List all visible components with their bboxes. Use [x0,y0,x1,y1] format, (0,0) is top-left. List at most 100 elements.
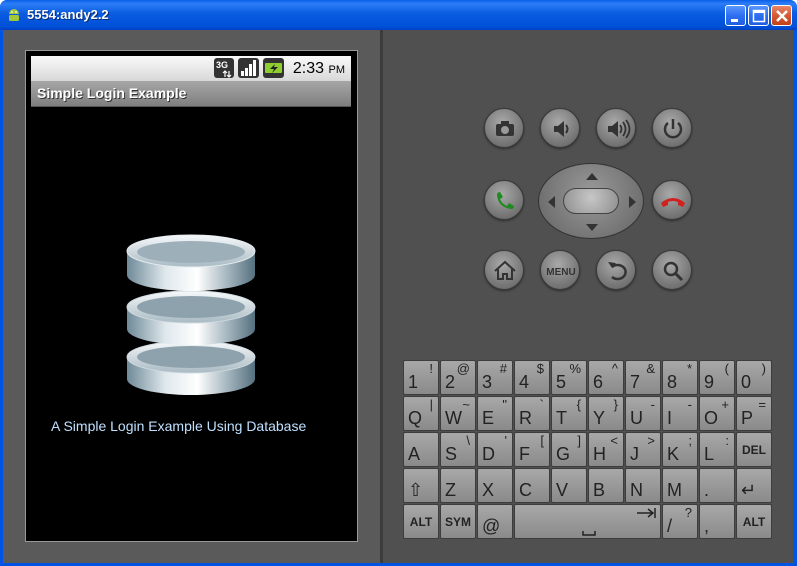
key-alt-left[interactable]: ALT [403,504,439,539]
key-label: DEL [742,443,766,457]
app-title-bar: Simple Login Example [31,81,351,107]
key-label: , [704,516,710,536]
key-m[interactable]: M [662,468,698,503]
key-o[interactable]: O + [699,396,735,431]
key-alt-label: # [499,361,507,376]
key-at[interactable]: @ [477,504,513,539]
key-v[interactable]: V [551,468,587,503]
key-label: D [482,444,495,464]
key-1[interactable]: 1! [403,360,439,395]
key-t[interactable]: T{ [551,396,587,431]
key-w[interactable]: W ~ [440,396,476,431]
key-label: 9 [704,372,715,392]
key-alt-label: : [725,433,729,448]
key-8[interactable]: 8 * [662,360,698,395]
key-z[interactable]: Z [440,468,476,503]
key-s[interactable]: S \ [440,432,476,467]
key-label: G [556,444,571,464]
key-l[interactable]: L: [699,432,735,467]
key-9[interactable]: 9( [699,360,735,395]
key-g[interactable]: G] [551,432,587,467]
key-5[interactable]: 5% [551,360,587,395]
maximize-button[interactable] [748,5,769,26]
key-a[interactable]: A [403,432,439,467]
key-alt-label: @ [456,361,470,376]
key-label: ALT [409,515,433,529]
menu-button[interactable]: MENU [540,250,580,290]
emulator-window: 5554:andy2.2 3G 2:33 PM Simple Login Exa… [0,0,797,566]
key-h[interactable]: H < [588,432,624,467]
key-alt-right[interactable]: ALT [736,504,772,539]
search-button[interactable] [652,250,692,290]
key-alt-label: ! [429,361,433,376]
menu-label: MENU [546,267,575,278]
power-button[interactable] [652,108,692,148]
call-button[interactable] [484,180,524,220]
key-alt-label: ( [724,361,729,376]
key-2[interactable]: 2 @ [440,360,476,395]
signal-strength-icon [238,58,259,78]
window-title: 5554:andy2.2 [27,7,109,22]
emulator-body: 3G 2:33 PM Simple Login Example A Simple… [3,30,794,563]
key-period[interactable]: . [699,468,735,503]
key-alt-label: ~ [462,397,470,412]
device-screen[interactable]: 3G 2:33 PM Simple Login Example A Simple… [25,50,358,542]
volume-down-button[interactable] [540,108,580,148]
key-shift[interactable]: ⇧ [403,468,439,503]
key-p[interactable]: P = [736,396,772,431]
key-del[interactable]: DEL [736,432,772,467]
camera-button[interactable] [484,108,524,148]
key-y[interactable]: Y} [588,396,624,431]
back-button[interactable] [596,250,636,290]
key-label: 0 [741,372,752,392]
key-0[interactable]: 0) [736,360,772,395]
key-label: SYM [444,515,471,529]
camera-icon [496,121,514,136]
key-alt-label: ? [684,505,692,520]
end-call-button[interactable] [652,180,692,220]
key-enter[interactable]: ↵ [736,468,772,503]
key-alt-label: " [502,397,507,412]
key-x[interactable]: X [477,468,513,503]
key-e[interactable]: E " [477,396,513,431]
key-label: W [445,408,462,428]
key-c[interactable]: C [514,468,550,503]
key-d[interactable]: D ' [477,432,513,467]
key-label: Z [445,480,456,500]
key-r[interactable]: R ` [514,396,550,431]
minimize-button[interactable] [725,5,746,26]
battery-charging-icon [263,58,284,78]
key-7[interactable]: 7 & [625,360,661,395]
key-alt-label: ' [504,433,507,448]
dpad-center-button[interactable] [563,188,619,214]
key-label: Y [593,408,606,428]
key-sym[interactable]: SYM [440,504,476,539]
key-6[interactable]: 6 ^ [588,360,624,395]
key-slash[interactable]: /? [662,504,698,539]
key-comma[interactable]: , [699,504,735,539]
key-label: C [519,480,532,500]
network-type: 3G [216,60,228,70]
dpad[interactable] [538,163,644,239]
key-n[interactable]: N [625,468,661,503]
key-4[interactable]: 4 $ [514,360,550,395]
key-label: R [519,408,532,428]
key-q[interactable]: Q | [403,396,439,431]
key-i[interactable]: I- [662,396,698,431]
volume-up-button[interactable] [596,108,636,148]
key-u[interactable]: U- [625,396,661,431]
minimize-icon [731,19,738,22]
key-k[interactable]: K; [662,432,698,467]
key-j[interactable]: J > [625,432,661,467]
key-alt-label: > [647,433,655,448]
key-alt-label: [ [540,433,544,448]
key-space[interactable] [514,504,661,539]
close-button[interactable] [771,5,792,26]
home-button[interactable] [484,250,524,290]
key-b[interactable]: B [588,468,624,503]
power-icon [663,119,683,139]
title-bar[interactable]: 5554:andy2.2 [0,0,797,30]
key-alt-label: < [610,433,618,448]
key-3[interactable]: 3 # [477,360,513,395]
key-f[interactable]: F[ [514,432,550,467]
